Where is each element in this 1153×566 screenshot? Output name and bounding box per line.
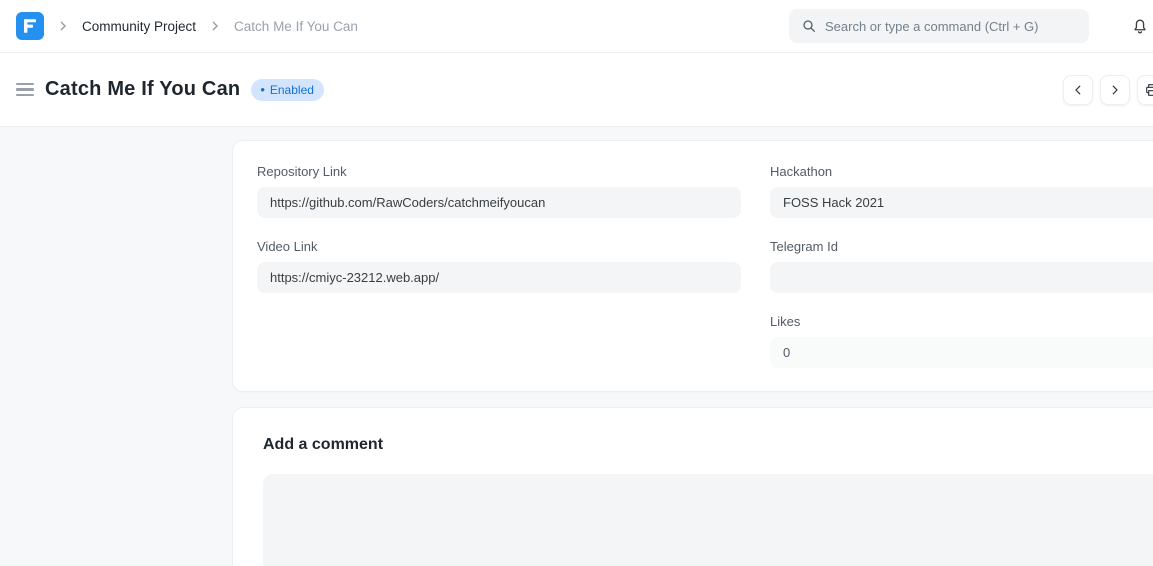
field-telegram-id: Telegram Id — [770, 239, 1153, 293]
likes-input — [770, 337, 1153, 368]
likes-label: Likes — [770, 314, 1153, 329]
field-video-link: Video Link — [257, 239, 741, 293]
chevron-right-icon — [56, 19, 70, 33]
notifications-button[interactable] — [1130, 16, 1150, 36]
menu-icon — [16, 83, 34, 86]
video-link-label: Video Link — [257, 239, 741, 254]
bell-icon — [1130, 16, 1150, 36]
chevron-right-icon — [208, 19, 222, 33]
previous-record-button[interactable] — [1063, 75, 1093, 105]
chevron-left-icon — [1071, 83, 1085, 97]
form-column-left: Repository Link Video Link — [257, 164, 741, 389]
breadcrumb-community-project[interactable]: Community Project — [82, 19, 196, 34]
comment-input[interactable] — [263, 474, 1153, 566]
status-dot-icon: • — [260, 83, 265, 96]
frappe-logo[interactable] — [16, 12, 44, 40]
form-column-right: Hackathon Telegram Id Likes — [770, 164, 1153, 389]
telegram-id-input[interactable] — [770, 262, 1153, 293]
hackathon-label: Hackathon — [770, 164, 1153, 179]
comment-section-heading: Add a comment — [263, 436, 1153, 454]
head-actions — [1063, 75, 1153, 105]
form-body: Repository Link Video Link Hackathon Tel… — [0, 127, 1153, 566]
field-repository-link: Repository Link — [257, 164, 741, 218]
page-title: Catch Me If You Can — [45, 78, 240, 101]
video-link-input[interactable] — [257, 262, 741, 293]
field-hackathon: Hackathon — [770, 164, 1153, 218]
page-head: Catch Me If You Can • Enabled — [0, 53, 1153, 127]
status-badge-label: Enabled — [270, 83, 314, 97]
hackathon-input[interactable] — [770, 187, 1153, 218]
top-navbar: Community Project Catch Me If You Can — [0, 0, 1153, 53]
frappe-f-icon — [21, 17, 39, 35]
chevron-right-icon — [1108, 83, 1122, 97]
details-section-card: Repository Link Video Link Hackathon Tel… — [233, 141, 1153, 391]
search-input[interactable] — [825, 19, 1077, 34]
global-search[interactable] — [789, 9, 1089, 43]
repository-link-label: Repository Link — [257, 164, 741, 179]
breadcrumb-current: Catch Me If You Can — [234, 19, 358, 34]
sidebar-toggle-button[interactable] — [16, 81, 34, 99]
field-likes: Likes — [770, 314, 1153, 368]
print-button[interactable] — [1137, 75, 1153, 105]
status-badge: • Enabled — [251, 79, 324, 101]
repository-link-input[interactable] — [257, 187, 741, 218]
form-grid: Repository Link Video Link Hackathon Tel… — [257, 164, 1153, 389]
telegram-id-label: Telegram Id — [770, 239, 1153, 254]
comment-section-card: Add a comment — [233, 408, 1153, 566]
search-icon — [801, 18, 817, 34]
printer-icon — [1144, 82, 1153, 98]
next-record-button[interactable] — [1100, 75, 1130, 105]
